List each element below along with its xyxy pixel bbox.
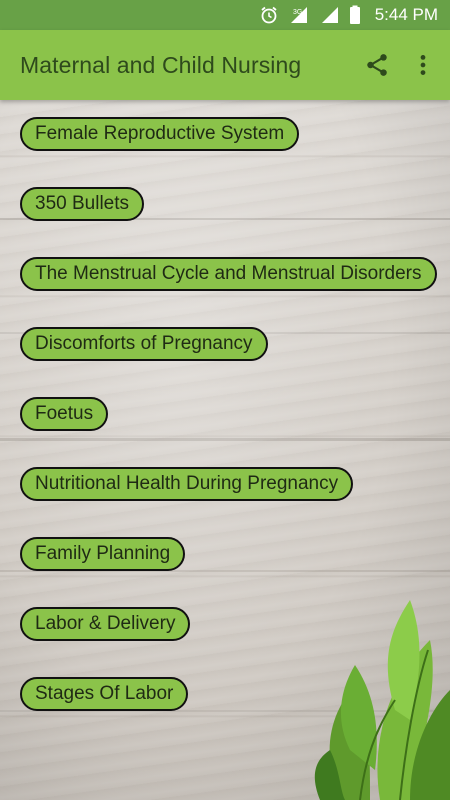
share-icon[interactable]	[354, 42, 400, 88]
menu-item-family-planning[interactable]: Family Planning	[20, 537, 186, 571]
signal-3g-icon: 3G	[289, 5, 311, 25]
menu-item-female-reproductive-system[interactable]: Female Reproductive System	[20, 117, 300, 151]
status-time: 5:44 PM	[374, 5, 438, 24]
wood-grain	[0, 438, 450, 441]
menu-item-menstrual-cycle[interactable]: The Menstrual Cycle and Menstrual Disord…	[20, 257, 437, 291]
alarm-icon	[259, 5, 279, 25]
network-label: 3G	[293, 9, 302, 16]
app-bar: Maternal and Child Nursing	[0, 30, 450, 100]
app-title: Maternal and Child Nursing	[20, 51, 302, 78]
menu-item-labor-delivery[interactable]: Labor & Delivery	[20, 607, 191, 641]
signal-icon	[321, 5, 339, 25]
content-area: Female Reproductive System 350 Bullets T…	[0, 100, 450, 800]
leaves-image	[314, 600, 450, 800]
more-vert-icon[interactable]	[400, 42, 446, 88]
menu-item-stages-of-labor[interactable]: Stages Of Labor	[20, 677, 189, 711]
menu-item-foetus[interactable]: Foetus	[20, 397, 109, 431]
menu-item-nutritional-health[interactable]: Nutritional Health During Pregnancy	[20, 467, 354, 501]
menu-item-discomforts-of-pregnancy[interactable]: Discomforts of Pregnancy	[20, 327, 268, 361]
status-bar: 3G 5:44 PM	[0, 0, 450, 30]
menu-item-350-bullets[interactable]: 350 Bullets	[20, 187, 145, 221]
battery-icon	[349, 5, 361, 25]
